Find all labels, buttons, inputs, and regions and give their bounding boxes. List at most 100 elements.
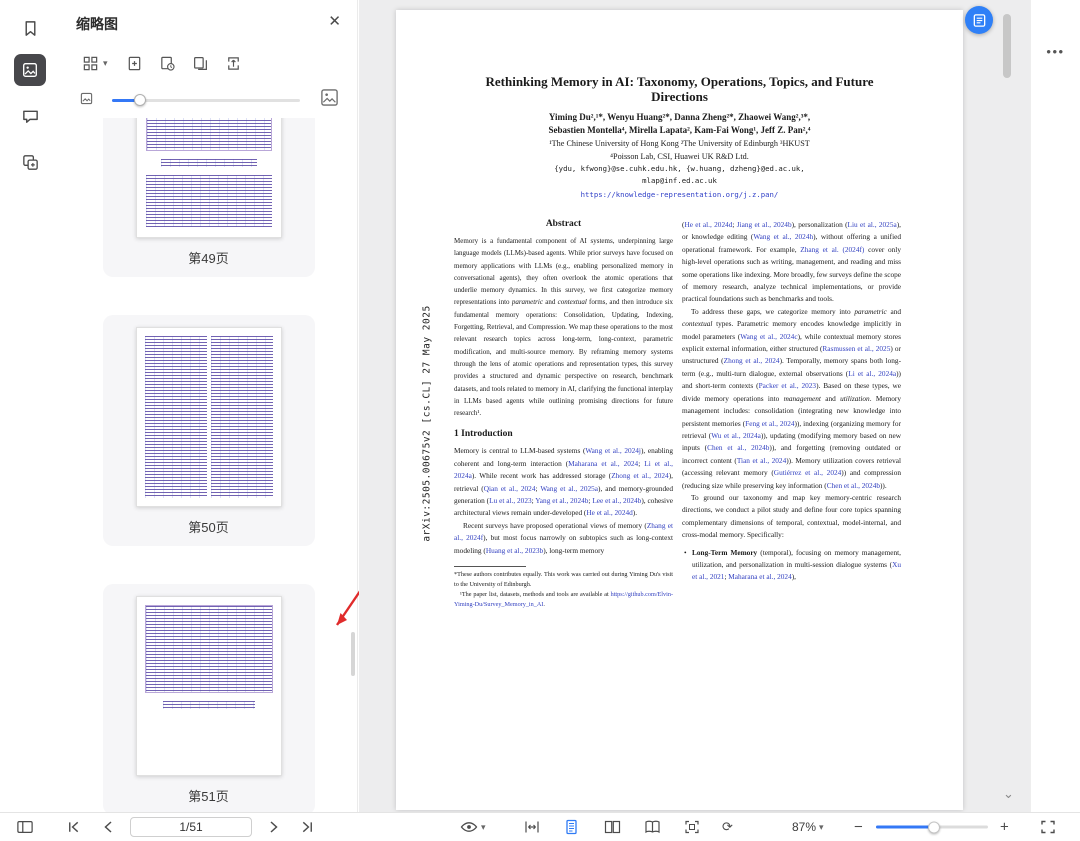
sidebar-layout-icon	[16, 819, 34, 835]
zoom-in-icon: +	[1000, 819, 1009, 836]
intro-paragraph-2: Recent surveys have proposed operational…	[454, 520, 673, 557]
zoom-slider[interactable]	[876, 826, 988, 829]
column2-paragraph-3: To ground our taxonomy and map key memor…	[682, 492, 901, 542]
view-mode-button[interactable]: ▾	[460, 820, 486, 834]
sidebar-header: 缩略图 ✕	[60, 0, 357, 44]
thumbnail-content	[145, 336, 207, 498]
thumbnail-card-page-49[interactable]: 第49页	[103, 118, 315, 277]
thumbnail-content	[161, 159, 257, 167]
sidebar-title: 缩略图	[76, 14, 118, 34]
bottom-toolbar: ▾ ⟳ 87% ▾ − +	[0, 812, 1080, 841]
thumbnail-content	[146, 175, 272, 227]
paper-emails-line1: {ydu, kfwong}@se.cuhk.edu.hk, {w.huang, …	[396, 163, 963, 175]
more-options-button[interactable]: •••	[1046, 44, 1064, 59]
zoom-out-icon: −	[854, 819, 863, 836]
thumbnail-card-page-51[interactable]: 第51页	[103, 584, 315, 812]
close-sidebar-button[interactable]: ✕	[328, 12, 341, 30]
page-49-thumbnail[interactable]	[136, 118, 282, 238]
comment-icon	[21, 107, 40, 126]
two-page-icon	[604, 820, 621, 835]
continuous-scroll-button[interactable]	[564, 819, 579, 835]
zoom-in-button[interactable]: +	[1000, 819, 1009, 836]
zoom-slider-knob[interactable]	[928, 821, 940, 833]
paper-affiliation-line2: ⁴Poisson Lab, CSI, Huawei UK R&D Ltd.	[396, 150, 963, 163]
thumbnail-content	[211, 336, 273, 498]
zoom-caret-icon: ▾	[819, 822, 824, 833]
thumbnail-content	[163, 701, 255, 709]
translate-icon	[972, 13, 987, 28]
thumbnail-size-slider-knob[interactable]	[134, 94, 146, 106]
next-page-button[interactable]	[268, 820, 280, 834]
paper-website-link[interactable]: https://knowledge-representation.org/j.z…	[396, 190, 963, 199]
zoom-out-button[interactable]: −	[854, 819, 863, 836]
thumbnail-size-row	[60, 84, 357, 116]
footnote-1: *These authors contributes equally. This…	[454, 570, 673, 590]
fit-page-button[interactable]	[684, 820, 700, 835]
large-thumbnail-icon[interactable]	[320, 88, 339, 107]
paper-emails-line2: mlap@inf.ed.ac.uk	[396, 175, 963, 187]
toggle-sidebar-button[interactable]	[16, 819, 34, 835]
book-view-icon	[644, 820, 661, 835]
small-thumbnail-icon[interactable]	[80, 92, 93, 105]
fit-width-button[interactable]	[524, 820, 540, 835]
page-50-thumbnail[interactable]	[136, 327, 282, 507]
fullscreen-icon	[1040, 820, 1056, 835]
zoom-percent-label: 87%	[792, 820, 816, 834]
sidebar-toolbar: ▾	[60, 46, 357, 80]
bookmark-button[interactable]	[14, 12, 46, 44]
column2-paragraph-2: To address these gaps, we categorize mem…	[682, 306, 901, 492]
grid-view-button[interactable]	[82, 55, 99, 72]
paper-left-column: Abstract Memory is a fundamental compone…	[454, 213, 673, 609]
thumbnail-content	[146, 118, 272, 151]
replace-page-icon	[159, 55, 176, 72]
intro-paragraph-1: Memory is central to LLM-based systems (…	[454, 445, 673, 519]
thumbnail-content	[145, 605, 273, 693]
copy-page-button[interactable]	[192, 55, 209, 72]
scroll-down-button[interactable]: ⌄	[1003, 786, 1014, 802]
copy-page-icon	[192, 55, 209, 72]
book-view-button[interactable]	[644, 820, 661, 835]
column2-paragraph-1: (He et al., 2024d; Jiang et al., 2024b),…	[682, 219, 901, 306]
thumbnail-size-slider[interactable]	[112, 99, 300, 102]
page-51-thumbnail[interactable]	[136, 596, 282, 776]
first-page-icon	[66, 820, 81, 834]
thumbnail-label: 第50页	[103, 517, 315, 536]
rotate-page-button[interactable]: ⟳	[722, 819, 733, 835]
snapshot-button[interactable]	[14, 146, 46, 178]
last-page-icon	[300, 820, 315, 834]
sidebar-scrollbar[interactable]	[351, 632, 355, 676]
abstract-text: Memory is a fundamental component of AI …	[454, 235, 673, 419]
footnote-2: ¹The paper list, datasets, methods and t…	[454, 590, 673, 610]
thumbnail-card-page-50[interactable]: 第50页	[103, 315, 315, 546]
chevron-left-icon	[102, 820, 114, 834]
snapshot-icon	[21, 153, 40, 172]
translate-assistant-button[interactable]	[965, 6, 993, 34]
chevron-down-icon: ⌄	[1003, 786, 1014, 801]
last-page-button[interactable]	[300, 820, 315, 834]
insert-page-button[interactable]	[126, 55, 143, 72]
paper-columns: Abstract Memory is a fundamental compone…	[396, 213, 963, 609]
chevron-right-icon	[268, 820, 280, 834]
comments-button[interactable]	[14, 100, 46, 132]
grid-caret-icon[interactable]: ▾	[103, 58, 108, 69]
bookmark-icon	[21, 19, 40, 38]
thumbnail-sidebar: 缩略图 ✕ ▾	[60, 0, 358, 812]
fullscreen-button[interactable]	[1040, 820, 1056, 835]
previous-page-button[interactable]	[102, 820, 114, 834]
extract-page-icon	[225, 55, 242, 72]
left-toolbar	[0, 0, 60, 812]
page-number-input[interactable]	[130, 817, 252, 837]
section-1-heading: 1 Introduction	[454, 429, 673, 439]
extract-page-button[interactable]	[225, 55, 242, 72]
view-mode-caret-icon: ▾	[481, 822, 486, 833]
fit-width-icon	[524, 820, 540, 835]
replace-page-button[interactable]	[159, 55, 176, 72]
vertical-scrollbar[interactable]	[1003, 14, 1011, 78]
paper-title: Rethinking Memory in AI: Taxonomy, Opera…	[466, 74, 893, 104]
zoom-slider-fill	[876, 826, 934, 829]
bullet-text: Long-Term Memory (temporal), focusing on…	[692, 547, 901, 584]
two-page-view-button[interactable]	[604, 820, 621, 835]
zoom-level-display[interactable]: 87% ▾	[792, 820, 824, 834]
first-page-button[interactable]	[66, 820, 81, 834]
thumbnails-panel-button[interactable]	[14, 54, 46, 86]
